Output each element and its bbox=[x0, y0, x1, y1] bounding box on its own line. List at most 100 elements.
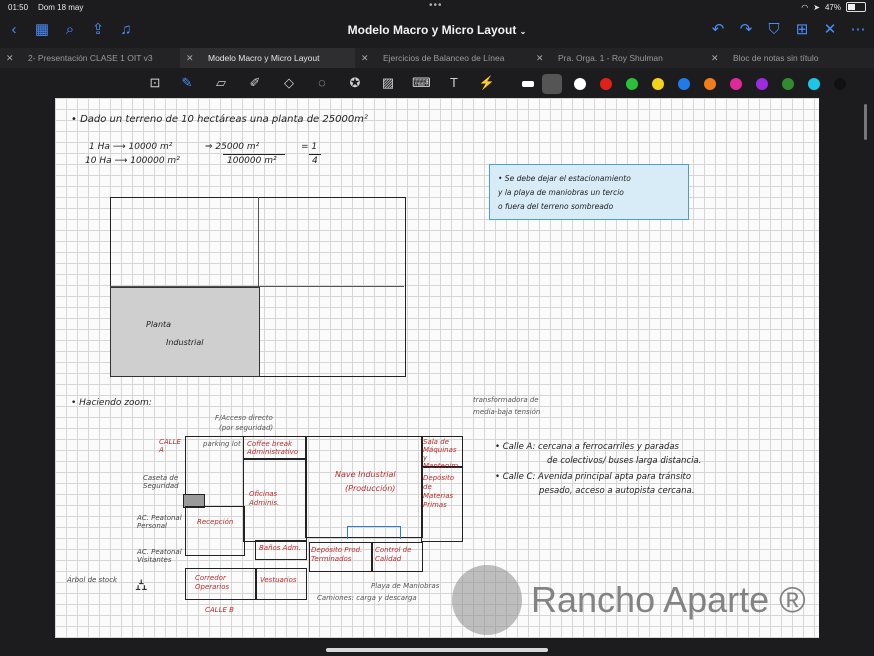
fraction-line-2 bbox=[309, 154, 321, 155]
keyboard-icon[interactable]: ⌨ bbox=[412, 74, 431, 92]
color-darkgreen-swatch[interactable] bbox=[782, 78, 794, 90]
color-white-swatch[interactable] bbox=[574, 78, 586, 90]
note-calle-c-2: pesado, acceso a autopista cercana. bbox=[539, 486, 695, 496]
note-transformadora: transformadora de bbox=[473, 396, 539, 404]
note-calle-a-2: de colectivos/ buses larga distancia. bbox=[547, 456, 702, 466]
fraction-line bbox=[223, 154, 285, 155]
calc-10ha: 10 Ha ⟶ 100000 m² bbox=[85, 156, 180, 166]
shapes-icon[interactable]: ◇ bbox=[280, 74, 298, 92]
color-blue-swatch[interactable] bbox=[678, 78, 690, 90]
label-deposito-pt: Depósito Prod. Terminados bbox=[311, 546, 363, 563]
note-acceso: F/Acceso directo bbox=[215, 414, 273, 422]
pen-icon[interactable]: ✎ bbox=[178, 74, 196, 92]
eraser-icon[interactable]: ▱ bbox=[212, 74, 230, 92]
label-vestuarios: Vestuarios bbox=[260, 576, 297, 584]
note-acceso-2: (por seguridad) bbox=[219, 424, 274, 432]
close-icon[interactable]: ✕ bbox=[820, 20, 840, 40]
tab-close-icon[interactable]: ✕ bbox=[536, 48, 544, 68]
scrollbar[interactable] bbox=[864, 104, 867, 140]
wifi-icon: ◠ bbox=[801, 2, 809, 12]
chevron-down-icon: ⌄ bbox=[519, 27, 527, 36]
tab-label: Bloc de notas sin título bbox=[733, 53, 819, 63]
label-camiones: Camiones: carga y descarga bbox=[317, 594, 417, 602]
color-black-swatch[interactable] bbox=[834, 78, 846, 90]
tab-pra-orga[interactable]: ✕ Pra. Orga. 1 - Roy Shulman bbox=[530, 48, 705, 68]
color-green-swatch[interactable] bbox=[626, 78, 638, 90]
tab-modelo-layout[interactable]: ✕ Modelo Macro y Micro Layout bbox=[180, 48, 355, 68]
label-calle-b: CALLE B bbox=[205, 606, 234, 614]
label-control: Control de Calidad bbox=[375, 546, 412, 563]
label-nave: Nave Industrial bbox=[335, 470, 396, 479]
label-deposito-mp: Depósito de Materias Primas bbox=[423, 474, 455, 509]
app-top-bar: ‹ ▦ ⌕ ⇪ ♫ Modelo Macro y Micro Layout ⌄ … bbox=[0, 14, 874, 48]
undo-icon[interactable]: ↶ bbox=[708, 20, 728, 40]
label-banos: Baños Adm. bbox=[259, 544, 301, 552]
tab-close-icon[interactable]: ✕ bbox=[6, 48, 14, 68]
lasso-icon[interactable]: ◌ bbox=[313, 74, 331, 92]
note-box-line3: o fuera del terreno sombreado bbox=[498, 202, 614, 211]
tab-ejercicios[interactable]: ✕ Ejercicios de Balanceo de Línea bbox=[355, 48, 530, 68]
tab-bloc-notas[interactable]: ✕ Bloc de notas sin título bbox=[705, 48, 874, 68]
color-red-swatch[interactable] bbox=[600, 78, 612, 90]
bookmark-icon[interactable]: ⛉ bbox=[764, 20, 784, 40]
calc-100000: 100000 m² bbox=[227, 156, 277, 166]
sticker-icon[interactable]: ✪ bbox=[346, 74, 364, 92]
image-icon[interactable]: ▨ bbox=[379, 74, 397, 92]
document-title-text: Modelo Macro y Micro Layout bbox=[347, 23, 517, 37]
label-arbol: Árbol de stock bbox=[67, 576, 118, 584]
document-tabs: ✕ 2- Presentación CLASE 1 OIT v3 ✕ Model… bbox=[0, 48, 874, 68]
lasso-zoom-icon[interactable]: ⊡ bbox=[146, 74, 164, 92]
color-yellow-swatch[interactable] bbox=[652, 78, 664, 90]
text-icon[interactable]: T bbox=[445, 74, 463, 92]
planta-label: Planta bbox=[146, 320, 172, 329]
tab-label: Ejercicios de Balanceo de Línea bbox=[383, 53, 505, 63]
label-playa: Playa de Maniobras bbox=[371, 582, 440, 590]
calc-25000: ⇒ 25000 m² bbox=[205, 142, 260, 152]
status-time: 01:50 bbox=[8, 3, 29, 12]
label-acceso-personal: AC. Peatonal Personal bbox=[137, 514, 182, 530]
highlighter-icon[interactable]: ✐ bbox=[246, 74, 264, 92]
calc-equals-one: = 1 bbox=[301, 142, 318, 152]
industrial-label: Industrial bbox=[166, 338, 204, 347]
home-indicator[interactable] bbox=[326, 648, 548, 652]
redo-icon[interactable]: ↷ bbox=[736, 20, 756, 40]
tab-close-icon[interactable]: ✕ bbox=[711, 48, 719, 68]
color-pink-swatch[interactable] bbox=[730, 78, 742, 90]
tab-close-icon[interactable]: ✕ bbox=[186, 48, 194, 68]
tab-label: Pra. Orga. 1 - Roy Shulman bbox=[558, 53, 663, 63]
label-calle-a: CALLE A bbox=[159, 438, 181, 454]
tab-close-icon[interactable]: ✕ bbox=[361, 48, 369, 68]
color-orange-swatch[interactable] bbox=[704, 78, 716, 90]
drawing-toolbar: ⊡ ✎ ▱ ✐ ◇ ◌ ✪ ▨ ⌨ T ⚡ bbox=[0, 68, 874, 98]
new-page-icon[interactable]: ⊞ bbox=[792, 20, 812, 40]
note-transformadora-2: media-baja tensión bbox=[473, 408, 541, 416]
watermark-text: Rancho Aparte ® bbox=[531, 579, 806, 620]
label-caseta: Caseta de Seguridad bbox=[143, 474, 179, 490]
battery-percent: 47% bbox=[824, 2, 841, 12]
label-produccion: (Producción) bbox=[345, 484, 396, 493]
color-cyan-swatch[interactable] bbox=[808, 78, 820, 90]
medium-stroke-swatch[interactable] bbox=[542, 74, 562, 94]
label-coffee: Coffee break Administrativo bbox=[247, 440, 299, 456]
watermark: Rancho Aparte ® bbox=[452, 565, 832, 635]
laser-pointer-icon[interactable]: ⚡ bbox=[478, 74, 496, 92]
tab-presentacion[interactable]: ✕ 2- Presentación CLASE 1 OIT v3 bbox=[0, 48, 175, 68]
calc-1ha: 1 Ha ⟶ 10000 m² bbox=[89, 142, 173, 152]
notebook-page[interactable]: • Dado un terreno de 10 hectáreas una pl… bbox=[55, 98, 819, 638]
tab-label: 2- Presentación CLASE 1 OIT v3 bbox=[28, 53, 153, 63]
multitasking-dots-icon[interactable]: ••• bbox=[429, 0, 443, 11]
note-calle-c-1: • Calle C: Avenida principal apta para t… bbox=[495, 472, 692, 482]
more-icon[interactable]: ⋯ bbox=[848, 20, 868, 40]
battery-icon bbox=[846, 2, 866, 12]
tree-icon: ⛼ bbox=[135, 577, 148, 594]
recepcion-room bbox=[185, 506, 245, 556]
thin-stroke-swatch[interactable] bbox=[522, 81, 534, 87]
label-corredor: Corredor Operarios bbox=[195, 574, 230, 591]
location-icon: ➤ bbox=[813, 2, 820, 12]
calc-four: 4 bbox=[312, 156, 318, 166]
label-acceso-visitantes: AC. Peatonal Visitantes bbox=[137, 548, 182, 564]
planta-industrial-area bbox=[110, 287, 260, 377]
label-oficinas: Oficinas Adminis. bbox=[249, 490, 280, 507]
color-purple-swatch[interactable] bbox=[756, 78, 768, 90]
note-box-line1: • Se debe dejar el estacionamiento bbox=[498, 174, 631, 183]
